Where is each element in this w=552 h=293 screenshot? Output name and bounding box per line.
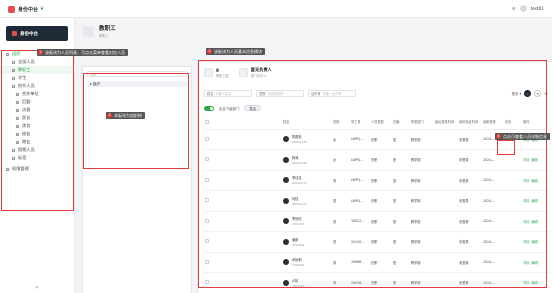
- sidebar-brand[interactable]: 身份中台: [6, 26, 68, 41]
- annotation-number-3: 3: [107, 113, 112, 118]
- annotation-text-2: 该板块为人员基本信息模块: [214, 49, 262, 54]
- app-name: 身份中台: [18, 6, 39, 13]
- collapse-sidebar-button[interactable]: «: [35, 284, 39, 291]
- annotation-callout-2: 2 该板块为人员基本信息模块: [206, 48, 265, 55]
- annotation-text-1: 该板块为人员列表，可点击菜单查看对应人员: [45, 50, 125, 55]
- annotation-text-4: 点击可查看人员详细信息: [503, 134, 547, 139]
- app-brand[interactable]: 身份中台 ❦: [0, 0, 75, 18]
- annotation-callout-3: 3 本板块为组织树: [106, 112, 145, 119]
- page-header: 教职工 教职工: [83, 24, 116, 38]
- annotation-number-4: 4: [496, 134, 501, 139]
- annotation-box-sidebar: [1, 50, 74, 211]
- page-icon: [83, 25, 94, 37]
- user-name[interactable]: test01: [531, 6, 544, 11]
- annotation-callout-1: 1 该板块为人员列表，可点击菜单查看对应人员: [37, 49, 128, 56]
- top-bar: 身份中台 ❦ ⚙ test01: [0, 0, 552, 18]
- annotation-callout-4: 4 点击可查看人员详细信息: [495, 133, 550, 140]
- app-logo: [8, 5, 15, 13]
- annotation-box-tree: [83, 73, 189, 169]
- annotation-number-2: 2: [207, 49, 212, 54]
- avatar[interactable]: [519, 5, 527, 12]
- page-title: 教职工: [99, 26, 116, 32]
- page-subtitle: 教职工: [99, 34, 109, 38]
- sidebar-brand-label: 身份中台: [20, 31, 38, 37]
- annotation-box-detail: [497, 140, 515, 155]
- leaf-icon: ❦: [40, 6, 45, 12]
- annotation-box-panel: [198, 60, 547, 288]
- annotation-number-1: 1: [38, 50, 43, 55]
- settings-icon[interactable]: ⚙: [512, 6, 516, 11]
- sidebar-logo: [12, 31, 17, 36]
- annotation-text-3: 本板块为组织树: [114, 113, 142, 118]
